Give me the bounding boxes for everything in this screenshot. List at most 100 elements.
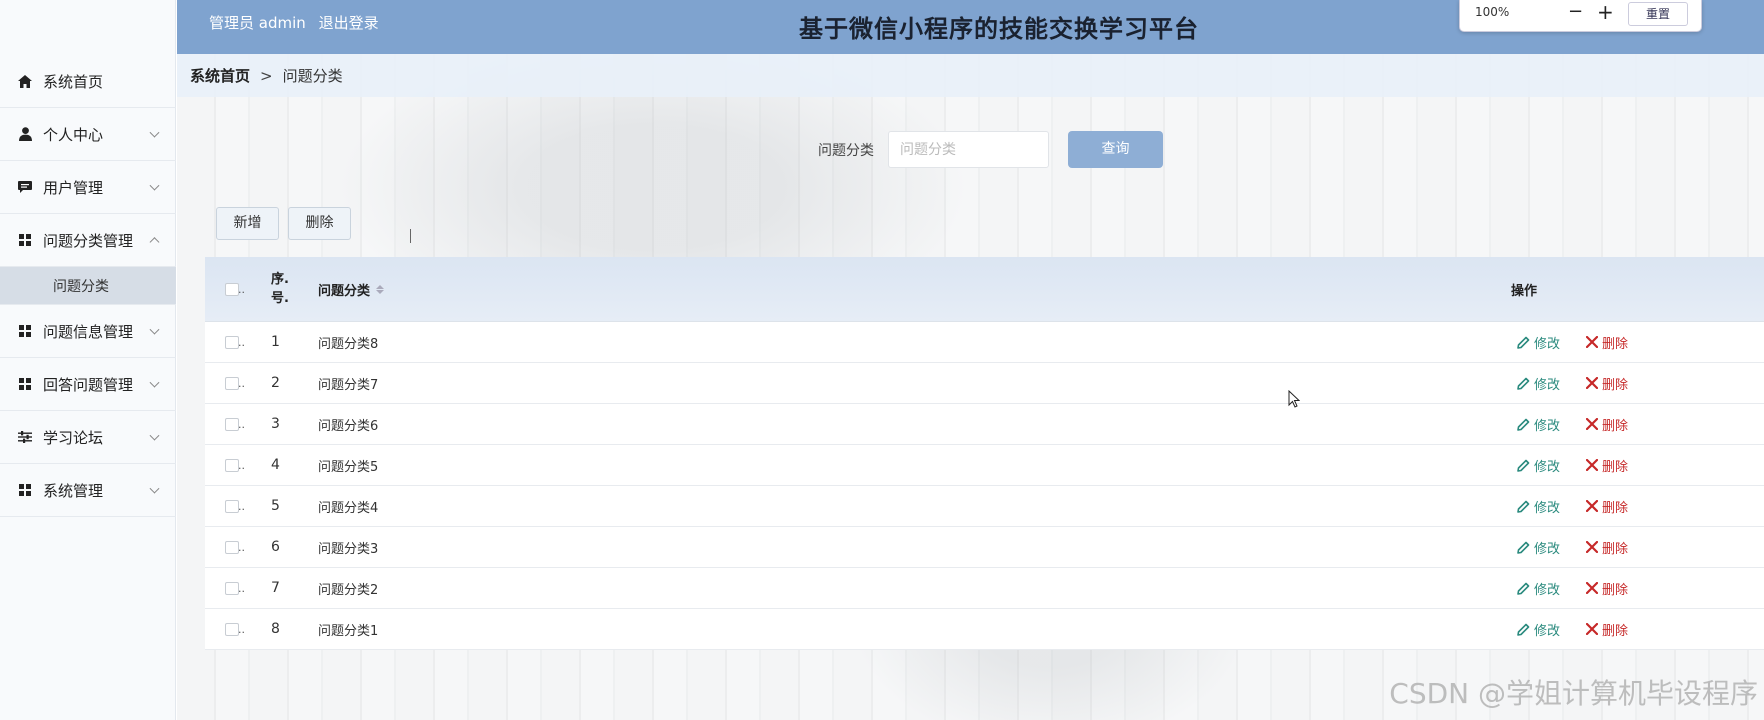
row-index: 5 bbox=[271, 498, 280, 514]
row-category-name: 问题分类7 bbox=[318, 377, 379, 393]
row-category-name: 问题分类8 bbox=[318, 336, 379, 352]
edit-button[interactable]: 修改 bbox=[1517, 333, 1560, 352]
zoom-reset-button[interactable]: 重置 bbox=[1628, 2, 1688, 26]
row-checkbox[interactable] bbox=[225, 458, 239, 472]
sidebar-item-system[interactable]: 系统管理 bbox=[0, 464, 176, 517]
edit-label: 修改 bbox=[1534, 336, 1561, 352]
close-icon bbox=[1586, 500, 1598, 512]
sidebar-item-users[interactable]: 用户管理 bbox=[0, 161, 176, 214]
header-category[interactable]: 问题分类 bbox=[318, 280, 385, 299]
search-button[interactable]: 查询 bbox=[1068, 131, 1163, 168]
edit-label: 修改 bbox=[1534, 582, 1561, 598]
row-index: 6 bbox=[271, 539, 280, 555]
delete-button[interactable]: 删除 bbox=[1586, 579, 1628, 598]
row-checkbox[interactable] bbox=[225, 335, 239, 349]
delete-button[interactable]: 删除 bbox=[1586, 538, 1628, 557]
sidebar-item-label: 学习论坛 bbox=[43, 428, 104, 447]
row-checkbox[interactable] bbox=[225, 540, 239, 554]
delete-button[interactable]: 删除 bbox=[1586, 333, 1628, 352]
sidebar-item-forum[interactable]: 学习论坛 bbox=[0, 411, 176, 464]
row-checkbox[interactable] bbox=[225, 581, 239, 595]
category-search-input[interactable] bbox=[888, 131, 1049, 168]
delete-label: 删除 bbox=[1602, 336, 1629, 352]
row-category-name: 问题分类3 bbox=[318, 541, 379, 557]
close-icon bbox=[1586, 541, 1598, 553]
main-content: 系统首页 > 问题分类 问题分类 查询 新增 删除 .. 序.号. 问题分类 操… bbox=[177, 54, 1764, 720]
sidebar-item-question-mgmt[interactable]: 问题信息管理 bbox=[0, 305, 176, 358]
breadcrumb-home[interactable]: 系统首页 bbox=[190, 65, 250, 86]
sidebar: 系统首页 个人中心 用户管理 问题分类管理 问题分类 问题信息管理 回答问题管理… bbox=[0, 0, 176, 720]
delete-button[interactable]: 删除 bbox=[1586, 456, 1628, 475]
sort-icon[interactable] bbox=[376, 284, 385, 294]
edit-button[interactable]: 修改 bbox=[1517, 620, 1560, 639]
header-operations: 操作 bbox=[1511, 283, 1538, 299]
sidebar-menu: 系统首页 个人中心 用户管理 问题分类管理 问题分类 问题信息管理 回答问题管理… bbox=[0, 55, 176, 517]
site-title: 基于微信小程序的技能交换学习平台 bbox=[799, 15, 1199, 43]
sidebar-item-home[interactable]: 系统首页 bbox=[0, 55, 176, 108]
delete-label: 删除 bbox=[1602, 459, 1629, 475]
sidebar-subitem-category[interactable]: 问题分类 bbox=[0, 267, 176, 305]
sidebar-item-label: 问题信息管理 bbox=[43, 322, 134, 341]
edit-icon bbox=[1517, 377, 1530, 390]
chevron-down-icon bbox=[149, 377, 160, 388]
row-checkbox[interactable] bbox=[225, 376, 239, 390]
delete-label: 删除 bbox=[1602, 500, 1629, 516]
sidebar-item-label: 回答问题管理 bbox=[43, 375, 134, 394]
admin-info: 管理员 admin 退出登录 bbox=[209, 12, 387, 33]
row-checkbox[interactable] bbox=[225, 417, 239, 431]
delete-button[interactable]: 删除 bbox=[1586, 620, 1628, 639]
zoom-level: 100% bbox=[1475, 5, 1510, 19]
edit-label: 修改 bbox=[1534, 459, 1561, 475]
close-icon bbox=[1586, 459, 1598, 471]
row-checkbox[interactable] bbox=[225, 499, 239, 513]
row-index: 7 bbox=[271, 580, 280, 596]
select-all-checkbox[interactable] bbox=[225, 282, 239, 296]
checkbox-header-label: .. bbox=[238, 282, 245, 296]
sidebar-item-answer-mgmt[interactable]: 回答问题管理 bbox=[0, 358, 176, 411]
edit-icon bbox=[1517, 336, 1530, 349]
delete-button[interactable]: 删除 bbox=[1586, 415, 1628, 434]
checkbox-label: .. bbox=[238, 458, 245, 472]
edit-button[interactable]: 修改 bbox=[1517, 538, 1560, 557]
row-category-name: 问题分类5 bbox=[318, 459, 379, 475]
sidebar-item-label: 系统首页 bbox=[43, 72, 104, 91]
table-row: .. 4 问题分类5 修改 删除 bbox=[205, 445, 1764, 486]
chevron-down-icon bbox=[149, 324, 160, 335]
mouse-cursor-icon bbox=[1288, 389, 1301, 412]
edit-button[interactable]: 修改 bbox=[1517, 579, 1560, 598]
sidebar-item-label: 个人中心 bbox=[43, 125, 104, 144]
watermark: CSDN @学姐计算机毕设程序 bbox=[1389, 677, 1758, 710]
edit-button[interactable]: 修改 bbox=[1517, 497, 1560, 516]
edit-icon bbox=[1517, 623, 1530, 636]
grid-icon bbox=[17, 232, 33, 248]
batch-delete-button[interactable]: 删除 bbox=[288, 207, 351, 240]
chevron-down-icon bbox=[149, 483, 160, 494]
row-category-name: 问题分类4 bbox=[318, 500, 379, 516]
row-index: 4 bbox=[271, 457, 280, 473]
add-button[interactable]: 新增 bbox=[216, 207, 279, 240]
table-row: .. 7 问题分类2 修改 删除 bbox=[205, 568, 1764, 609]
home-icon bbox=[17, 73, 33, 89]
sidebar-item-profile[interactable]: 个人中心 bbox=[0, 108, 176, 161]
edit-label: 修改 bbox=[1534, 500, 1561, 516]
sliders-icon bbox=[17, 429, 33, 445]
table-row: .. 1 问题分类8 修改 删除 bbox=[205, 322, 1764, 363]
zoom-out-button[interactable]: − bbox=[1568, 1, 1583, 22]
edit-label: 修改 bbox=[1534, 418, 1561, 434]
delete-button[interactable]: 删除 bbox=[1586, 374, 1628, 393]
checkbox-label: .. bbox=[238, 376, 245, 390]
zoom-control: 100% − + 重置 bbox=[1459, 0, 1702, 32]
sidebar-item-label: 用户管理 bbox=[43, 178, 104, 197]
delete-label: 删除 bbox=[1602, 623, 1629, 639]
edit-button[interactable]: 修改 bbox=[1517, 456, 1560, 475]
row-category-name: 问题分类6 bbox=[318, 418, 379, 434]
logout-link[interactable]: 退出登录 bbox=[319, 14, 379, 32]
delete-button[interactable]: 删除 bbox=[1586, 497, 1628, 516]
edit-button[interactable]: 修改 bbox=[1517, 415, 1560, 434]
sidebar-item-category-mgmt[interactable]: 问题分类管理 bbox=[0, 214, 176, 267]
sidebar-item-label: 问题分类管理 bbox=[43, 231, 134, 250]
zoom-in-button[interactable]: + bbox=[1597, 0, 1614, 24]
row-checkbox[interactable] bbox=[225, 622, 239, 636]
table-row: .. 6 问题分类3 修改 删除 bbox=[205, 527, 1764, 568]
edit-button[interactable]: 修改 bbox=[1517, 374, 1560, 393]
